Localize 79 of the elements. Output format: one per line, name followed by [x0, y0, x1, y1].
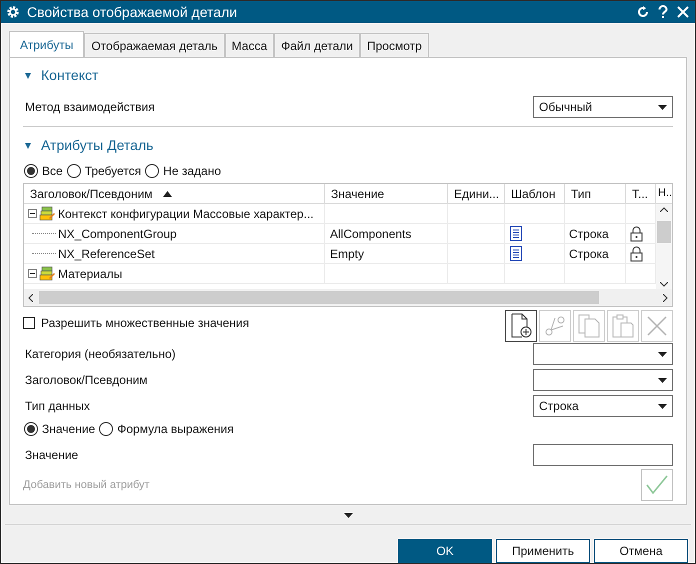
column-header[interactable]: Заголовок/Псевдоним [24, 184, 325, 203]
checkmark-icon [646, 475, 668, 495]
sort-ascending-icon [162, 190, 172, 196]
dialog-button[interactable]: OK [398, 539, 492, 563]
radio-label: Требуется [84, 163, 142, 180]
column-header[interactable]: Н... [656, 184, 672, 203]
dropdown-caret-icon [658, 404, 667, 408]
paste-icon [611, 313, 635, 339]
help-icon[interactable] [657, 5, 669, 19]
collapse-triangle-icon[interactable] [23, 72, 33, 78]
reset-icon[interactable] [636, 5, 650, 19]
checkbox[interactable] [23, 317, 35, 329]
field-label: Тип данных [24, 398, 90, 415]
scroll-up-icon[interactable] [660, 207, 668, 212]
dropdown[interactable] [533, 369, 673, 391]
table-cell: Строка [565, 244, 626, 263]
table-cell[interactable]: NX_ReferenceSet [24, 244, 325, 263]
column-header[interactable]: Тип [565, 184, 626, 203]
scroll-left-icon[interactable] [28, 294, 33, 302]
section-title[interactable]: Контекст [41, 65, 98, 86]
collapse-icon[interactable] [28, 209, 37, 218]
horizontal-scrollbar[interactable] [24, 289, 672, 306]
tab[interactable]: Отображаемая деталь [84, 33, 225, 57]
scrollbar-thumb[interactable] [657, 221, 671, 243]
copy-icon [577, 313, 601, 339]
scroll-down-icon[interactable] [660, 282, 668, 287]
column-header[interactable]: Т... [626, 184, 656, 203]
tab[interactable]: Атрибуты [9, 31, 84, 58]
dropdown-caret-icon [658, 104, 667, 110]
delete-icon [646, 315, 668, 337]
radio-label: Не задано [163, 163, 221, 180]
expand-down-icon[interactable] [344, 513, 352, 518]
collapse-triangle-icon[interactable] [23, 142, 33, 148]
stacked-sheets-icon [39, 206, 55, 222]
new-document-icon [510, 313, 532, 339]
table-cell[interactable]: NX_ComponentGroup [24, 224, 325, 243]
value-input-field[interactable] [533, 444, 673, 466]
dropdown[interactable]: Обычный [533, 96, 673, 118]
window-title: Свойства отображаемой детали [27, 2, 238, 22]
tab[interactable]: Файл детали [274, 33, 360, 57]
table-cell: Empty [325, 244, 448, 263]
section-title[interactable]: Атрибуты Деталь [41, 135, 154, 156]
dropdown-caret-icon [658, 352, 667, 356]
collapse-icon[interactable] [28, 269, 37, 278]
column-header[interactable]: Шаблон [505, 184, 565, 203]
column-header[interactable]: Едини... [448, 184, 505, 203]
radio-button[interactable] [145, 164, 160, 178]
scissors-icon [543, 314, 567, 338]
table-cell: Строка [565, 224, 626, 243]
table-cell[interactable]: Материалы [24, 264, 325, 283]
vertical-scrollbar[interactable] [656, 204, 672, 290]
dialog-button[interactable]: Отмена [594, 539, 688, 563]
close-icon[interactable] [676, 5, 690, 19]
radio-label: Значение [42, 421, 96, 438]
table-cell[interactable]: Контекст конфигурации Массовые характер... [24, 204, 325, 223]
radio-label: Все [42, 163, 63, 180]
radio-label: Формула выражения [117, 421, 234, 438]
gear-icon [6, 5, 20, 19]
radio-button[interactable] [24, 164, 38, 178]
dropdown[interactable]: Строка [533, 395, 673, 417]
stacked-sheets-icon [39, 266, 55, 282]
tab[interactable]: Масса [224, 33, 274, 57]
column-header[interactable]: Значение [325, 184, 448, 203]
field-label: Метод взаимодействия [25, 99, 155, 116]
tab[interactable]: Просмотр [360, 33, 429, 57]
field-label: Заголовок/Псевдоним [24, 372, 148, 389]
radio-button[interactable] [99, 422, 114, 436]
dropdown-caret-icon [658, 378, 667, 382]
radio-button[interactable] [66, 164, 81, 178]
field-label: Значение [24, 447, 78, 464]
field-label: Категория (необязательно) [24, 346, 176, 363]
scroll-right-icon[interactable] [663, 294, 668, 302]
dropdown[interactable] [533, 343, 673, 365]
add-attribute-label: Добавить новый атрибут [23, 478, 150, 493]
dialog-button[interactable]: Применить [496, 539, 590, 563]
radio-button[interactable] [24, 422, 38, 436]
checkbox-label: Разрешить множественные значения [41, 315, 250, 332]
table-cell: AllComponents [325, 224, 448, 243]
toolbar-button[interactable] [505, 310, 537, 342]
